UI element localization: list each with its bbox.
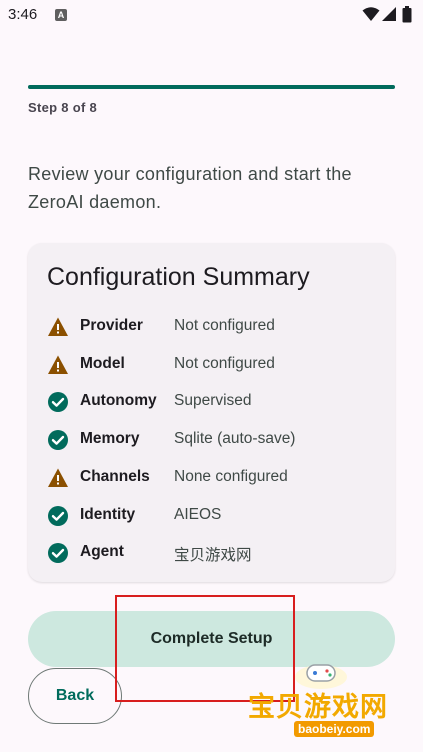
warning-icon (48, 317, 68, 336)
watermark-name: 宝贝游戏网 (248, 692, 388, 723)
watermark-logo: 宝贝游戏网 baobeiy.com (246, 655, 396, 747)
summary-value: AIEOS (174, 505, 222, 523)
summary-value: Not configured (174, 354, 275, 372)
watermark-url: baobeiy.com (294, 721, 375, 737)
warning-icon (48, 468, 68, 487)
check-circle-icon (48, 392, 68, 413)
card-title: Configuration Summary (47, 263, 310, 291)
summary-row-identity: Identity AIEOS (47, 501, 387, 529)
signal-icon (382, 7, 396, 21)
summary-row-provider: Provider Not configured (47, 312, 387, 340)
wifi-icon (362, 7, 380, 21)
summary-key: Identity (80, 505, 136, 523)
check-circle-icon (48, 543, 68, 564)
summary-row-model: Model Not configured (47, 350, 387, 378)
summary-row-channels: Channels None configured (47, 463, 387, 491)
setup-progress-bar (28, 85, 395, 89)
check-circle-icon (48, 430, 68, 451)
summary-row-agent: Agent 宝贝游戏网 (47, 538, 387, 566)
status-bar: 3:46 A (0, 0, 423, 30)
summary-value: Supervised (174, 392, 252, 410)
back-button[interactable]: Back (28, 668, 122, 724)
notification-app-icon: A (55, 9, 67, 21)
summary-value: Sqlite (auto-save) (174, 430, 296, 448)
summary-value: 宝贝游戏网 (174, 547, 252, 565)
summary-key: Channels (80, 467, 150, 485)
status-time: 3:46 (8, 6, 38, 23)
configuration-summary-card: Configuration Summary Provider Not config… (28, 243, 395, 582)
summary-key: Agent (80, 543, 124, 561)
complete-setup-button[interactable]: Complete Setup (28, 611, 395, 667)
setup-progress-fill (28, 85, 395, 89)
summary-key: Autonomy (80, 392, 157, 410)
summary-key: Model (80, 354, 125, 372)
summary-row-memory: Memory Sqlite (auto-save) (47, 425, 387, 453)
summary-key: Provider (80, 317, 143, 334)
intro-text: Review your configuration and start the … (28, 164, 352, 212)
check-circle-icon (48, 505, 68, 526)
battery-icon (402, 6, 412, 23)
step-label: Step 8 of 8 (28, 100, 98, 115)
summary-row-autonomy: Autonomy Supervised (47, 387, 387, 415)
summary-value: Not configured (174, 317, 275, 334)
warning-icon (48, 355, 68, 374)
summary-value: None configured (174, 467, 288, 485)
summary-key: Memory (80, 430, 140, 448)
